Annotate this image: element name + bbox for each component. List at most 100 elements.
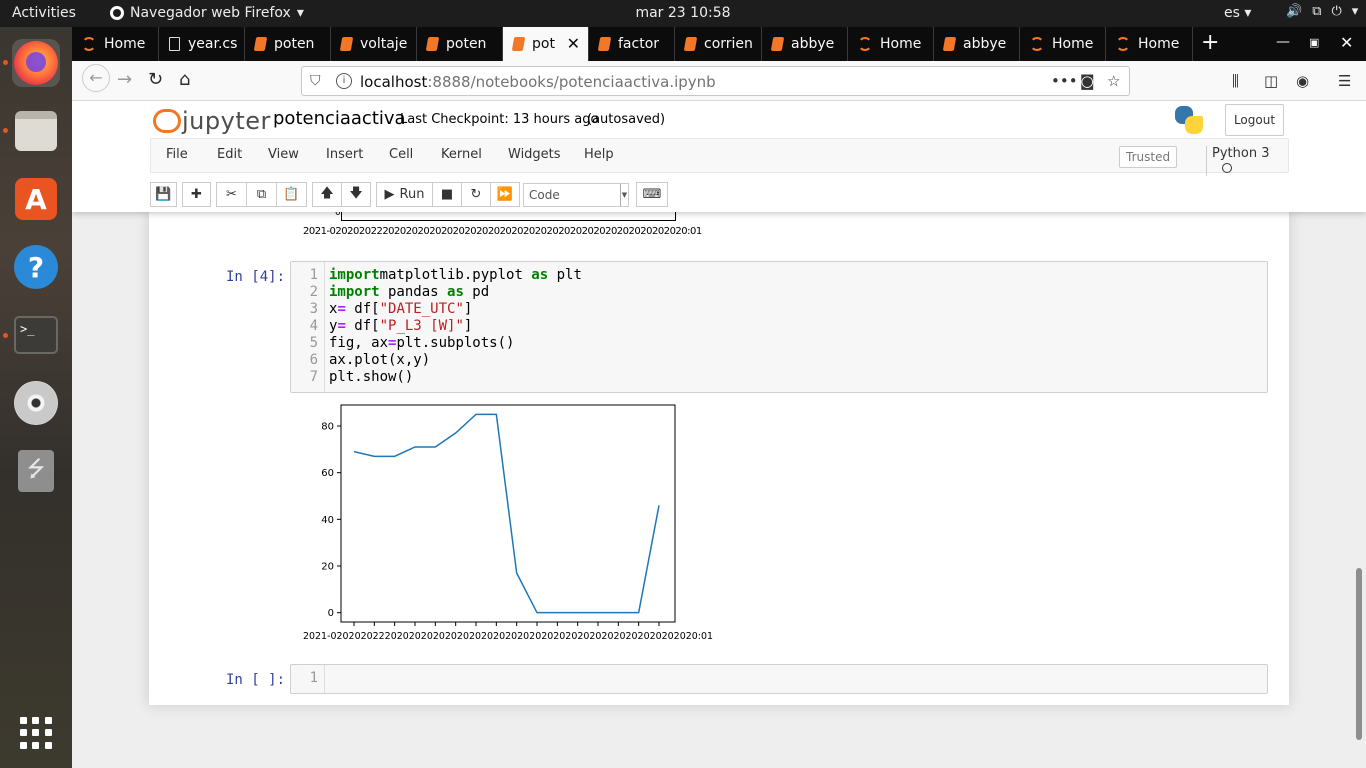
reload-button[interactable]: ↻	[148, 69, 163, 90]
code-cell-input[interactable]: 1 importmatplotlib.pyplot as plt 2 import p…	[290, 261, 1268, 393]
file-icon	[169, 37, 180, 51]
scrollbar-thumb[interactable]	[1356, 568, 1362, 740]
interrupt-button[interactable]: ■	[432, 182, 462, 207]
restart-icon: ↻	[470, 187, 482, 202]
url-bar[interactable]: ⛉ i localhost:8888/notebooks/potenciaact…	[301, 66, 1130, 96]
page-scrollbar[interactable]	[1353, 101, 1366, 768]
chevron-down-icon: ▾	[1351, 4, 1359, 19]
play-icon: ▶	[384, 187, 395, 202]
dock-dvd[interactable]	[12, 379, 60, 427]
copy-button[interactable]: ⧉	[246, 182, 277, 207]
terminal-icon: >_	[14, 316, 58, 354]
close-window-button[interactable]: ✕	[1340, 33, 1353, 52]
activities-button[interactable]: Activities	[12, 5, 76, 21]
stop-icon: ■	[440, 187, 454, 202]
hamburger-menu-icon[interactable]: ☰	[1338, 72, 1351, 90]
files-icon	[15, 111, 57, 151]
browser-tab[interactable]: voltaje	[331, 27, 417, 61]
restart-button[interactable]: ↻	[461, 182, 491, 207]
maximize-button[interactable]: ▣	[1309, 36, 1319, 49]
menu-help[interactable]: Help	[584, 147, 614, 162]
sidebar-icon[interactable]: ◫	[1264, 72, 1278, 90]
dock-help[interactable]: ?	[12, 243, 60, 291]
restart-run-all-button[interactable]: ⏩	[490, 182, 520, 207]
browser-tab[interactable]: poten	[245, 27, 331, 61]
system-tray[interactable]: 🔊 ⧉ ⏻ ▾	[1286, 4, 1358, 19]
fast-forward-icon: ⏩	[496, 187, 514, 202]
empty-code-cell[interactable]: 1	[290, 664, 1268, 694]
show-apps-icon[interactable]	[20, 717, 52, 749]
previous-output: 0 2021-020202022202020202020202020202020…	[299, 208, 899, 242]
autosave-status: (autosaved)	[587, 112, 666, 127]
dock-usb[interactable]: ⭍	[12, 447, 60, 495]
y-tick-label: 80	[321, 422, 334, 433]
firefox-window: Home year.cs poten voltaje poten pot ✕ factor co…	[72, 27, 1366, 768]
plot-frame	[340, 404, 676, 623]
trusted-indicator[interactable]: Trusted	[1119, 146, 1178, 168]
tracking-shield-icon[interactable]: ⛉	[310, 73, 321, 89]
browser-tab[interactable]: poten	[417, 27, 503, 61]
software-store-icon: A	[15, 178, 57, 220]
jupyter-logo[interactable]: jupyter	[152, 107, 271, 135]
dock-firefox[interactable]	[12, 39, 60, 87]
dock-software[interactable]: A	[12, 175, 60, 223]
move-down-button[interactable]: 🡇	[341, 182, 371, 207]
line-chart: 0 20 40 60 80 2021-02020202220202020202020202…	[303, 404, 713, 642]
python-logo-icon	[1175, 106, 1203, 134]
minimize-button[interactable]: —	[1276, 34, 1290, 50]
insert-cell-button[interactable]: ✚	[182, 182, 211, 207]
save-button[interactable]: 💾	[150, 182, 177, 207]
account-icon[interactable]: ◉	[1296, 72, 1309, 90]
running-indicator	[3, 128, 8, 133]
browser-tab[interactable]: pot ✕	[503, 27, 589, 61]
close-tab-icon[interactable]: ✕	[567, 34, 580, 53]
browser-tab[interactable]: Home	[72, 27, 159, 61]
menu-view[interactable]: View	[268, 147, 299, 162]
dock-terminal[interactable]: >_	[12, 311, 60, 359]
browser-tab[interactable]: Home	[1106, 27, 1193, 61]
scissors-icon: ✂	[226, 187, 237, 202]
browser-tab[interactable]: Home	[848, 27, 934, 61]
cell-output: 0 20 40 60 80 2021-02020202220202020202020202…	[299, 400, 899, 642]
url-text[interactable]: localhost:8888/notebooks/potenciaactiva.…	[360, 73, 716, 91]
new-tab-button[interactable]: +	[1201, 30, 1219, 55]
cell-type-select[interactable]: Code ▼	[523, 183, 629, 207]
language-indicator[interactable]: es ▾	[1224, 5, 1251, 21]
command-palette-button[interactable]: ⌨	[636, 182, 668, 207]
tab-label: Home	[1138, 36, 1180, 52]
notebook-container: 0 2021-020202022202020202020202020202020…	[149, 208, 1289, 705]
menu-widgets[interactable]: Widgets	[508, 147, 561, 162]
logout-button[interactable]: Logout	[1225, 104, 1284, 136]
site-info-icon[interactable]: i	[336, 73, 352, 89]
volume-icon: 🔊	[1286, 4, 1303, 19]
browser-tab[interactable]: Home	[1020, 27, 1106, 61]
cut-button[interactable]: ✂	[216, 182, 247, 207]
page-actions-icon[interactable]: •••	[1051, 72, 1078, 90]
pocket-icon[interactable]: ◙	[1080, 72, 1095, 90]
paste-button[interactable]: 📋	[276, 182, 307, 207]
home-button[interactable]: ⌂	[179, 69, 190, 90]
jupyter-icon	[1030, 37, 1044, 51]
menu-kernel[interactable]: Kernel	[441, 147, 482, 162]
library-icon[interactable]: ⫼	[1232, 72, 1239, 90]
browser-tab[interactable]: year.cs	[159, 27, 245, 61]
tab-label: factor	[618, 36, 660, 52]
tab-label: year.cs	[188, 36, 238, 52]
notebook-icon	[425, 37, 440, 51]
move-up-button[interactable]: 🡅	[312, 182, 342, 207]
browser-tab[interactable]: abbye	[762, 27, 848, 61]
notebook-title[interactable]: potenciaactiva	[273, 108, 406, 129]
run-button[interactable]: ▶ Run	[376, 182, 433, 207]
menu-insert[interactable]: Insert	[326, 147, 363, 162]
dock-files[interactable]	[12, 107, 60, 155]
browser-tab[interactable]: factor	[589, 27, 675, 61]
back-button[interactable]: ←	[82, 64, 110, 92]
app-menu[interactable]: Navegador web Firefox ▾	[110, 5, 304, 21]
menu-file[interactable]: File	[166, 147, 188, 162]
menu-cell[interactable]: Cell	[389, 147, 413, 162]
forward-button[interactable]: →	[117, 69, 132, 90]
menu-edit[interactable]: Edit	[217, 147, 242, 162]
browser-tab[interactable]: corrien	[675, 27, 762, 61]
browser-tab[interactable]: abbye	[934, 27, 1020, 61]
bookmark-star-icon[interactable]: ☆	[1107, 72, 1120, 90]
